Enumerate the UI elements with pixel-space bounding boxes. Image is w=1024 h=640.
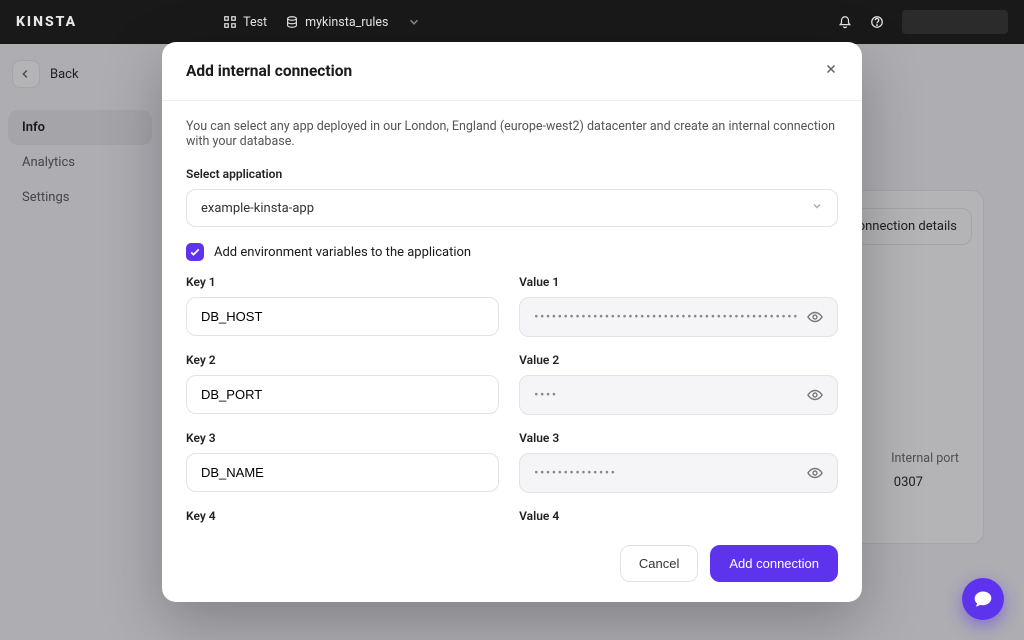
key-3-input[interactable] bbox=[186, 453, 499, 492]
value-1-input[interactable]: ••••••••••••••••••••••••••••••••••••••••… bbox=[519, 297, 838, 337]
application-select-value: example-kinsta-app bbox=[201, 201, 314, 216]
chevron-down-icon bbox=[407, 15, 421, 29]
database-icon bbox=[285, 15, 299, 29]
value-1-masked: ••••••••••••••••••••••••••••••••••••••••… bbox=[534, 310, 799, 325]
grid-icon bbox=[223, 15, 237, 29]
breadcrumb-project[interactable]: Test bbox=[223, 15, 267, 30]
help-button[interactable] bbox=[870, 15, 884, 29]
add-env-vars-checkbox[interactable] bbox=[186, 243, 204, 261]
application-select[interactable]: example-kinsta-app bbox=[186, 189, 838, 227]
value-4-label: Value 4 bbox=[519, 509, 838, 523]
value-2-label: Value 2 bbox=[519, 353, 838, 367]
modal-title: Add internal connection bbox=[186, 62, 352, 80]
value-3-label: Value 3 bbox=[519, 431, 838, 445]
brand-logo: KINSTA bbox=[16, 14, 77, 30]
value-1-label: Value 1 bbox=[519, 275, 838, 289]
close-icon bbox=[824, 62, 838, 76]
value-3-masked: •••••••••••••• bbox=[534, 466, 799, 481]
key-2-input[interactable] bbox=[186, 375, 499, 414]
select-application-label: Select application bbox=[186, 167, 838, 181]
bell-icon bbox=[838, 15, 852, 29]
cancel-button[interactable]: Cancel bbox=[620, 545, 698, 582]
breadcrumb-database-label: mykinsta_rules bbox=[305, 15, 388, 30]
close-button[interactable] bbox=[824, 62, 838, 80]
eye-icon[interactable] bbox=[807, 387, 823, 403]
chat-icon bbox=[973, 589, 993, 609]
breadcrumb-chevron[interactable] bbox=[407, 15, 421, 29]
add-env-vars-label: Add environment variables to the applica… bbox=[214, 245, 471, 260]
add-connection-modal: Add internal connection You can select a… bbox=[162, 42, 862, 602]
help-icon bbox=[870, 15, 884, 29]
value-3-input[interactable]: •••••••••••••• bbox=[519, 453, 838, 493]
breadcrumb-database[interactable]: mykinsta_rules bbox=[285, 15, 388, 30]
key-2-label: Key 2 bbox=[186, 353, 499, 367]
breadcrumb-project-label: Test bbox=[243, 15, 267, 30]
eye-icon[interactable] bbox=[807, 309, 823, 325]
key-1-label: Key 1 bbox=[186, 275, 499, 289]
chat-launcher[interactable] bbox=[962, 578, 1004, 620]
chevron-down-icon bbox=[811, 200, 823, 216]
add-connection-button[interactable]: Add connection bbox=[710, 545, 838, 582]
eye-icon[interactable] bbox=[807, 465, 823, 481]
value-2-masked: •••• bbox=[534, 388, 799, 403]
key-4-label: Key 4 bbox=[186, 509, 499, 523]
key-3-label: Key 3 bbox=[186, 431, 499, 445]
top-navbar: KINSTA Test mykinsta_rules bbox=[0, 0, 1024, 44]
key-1-input[interactable] bbox=[186, 297, 499, 336]
account-chip[interactable] bbox=[902, 10, 1008, 34]
value-2-input[interactable]: •••• bbox=[519, 375, 838, 415]
check-icon bbox=[189, 246, 201, 258]
modal-help-text: You can select any app deployed in our L… bbox=[186, 119, 838, 149]
notifications-button[interactable] bbox=[838, 15, 852, 29]
